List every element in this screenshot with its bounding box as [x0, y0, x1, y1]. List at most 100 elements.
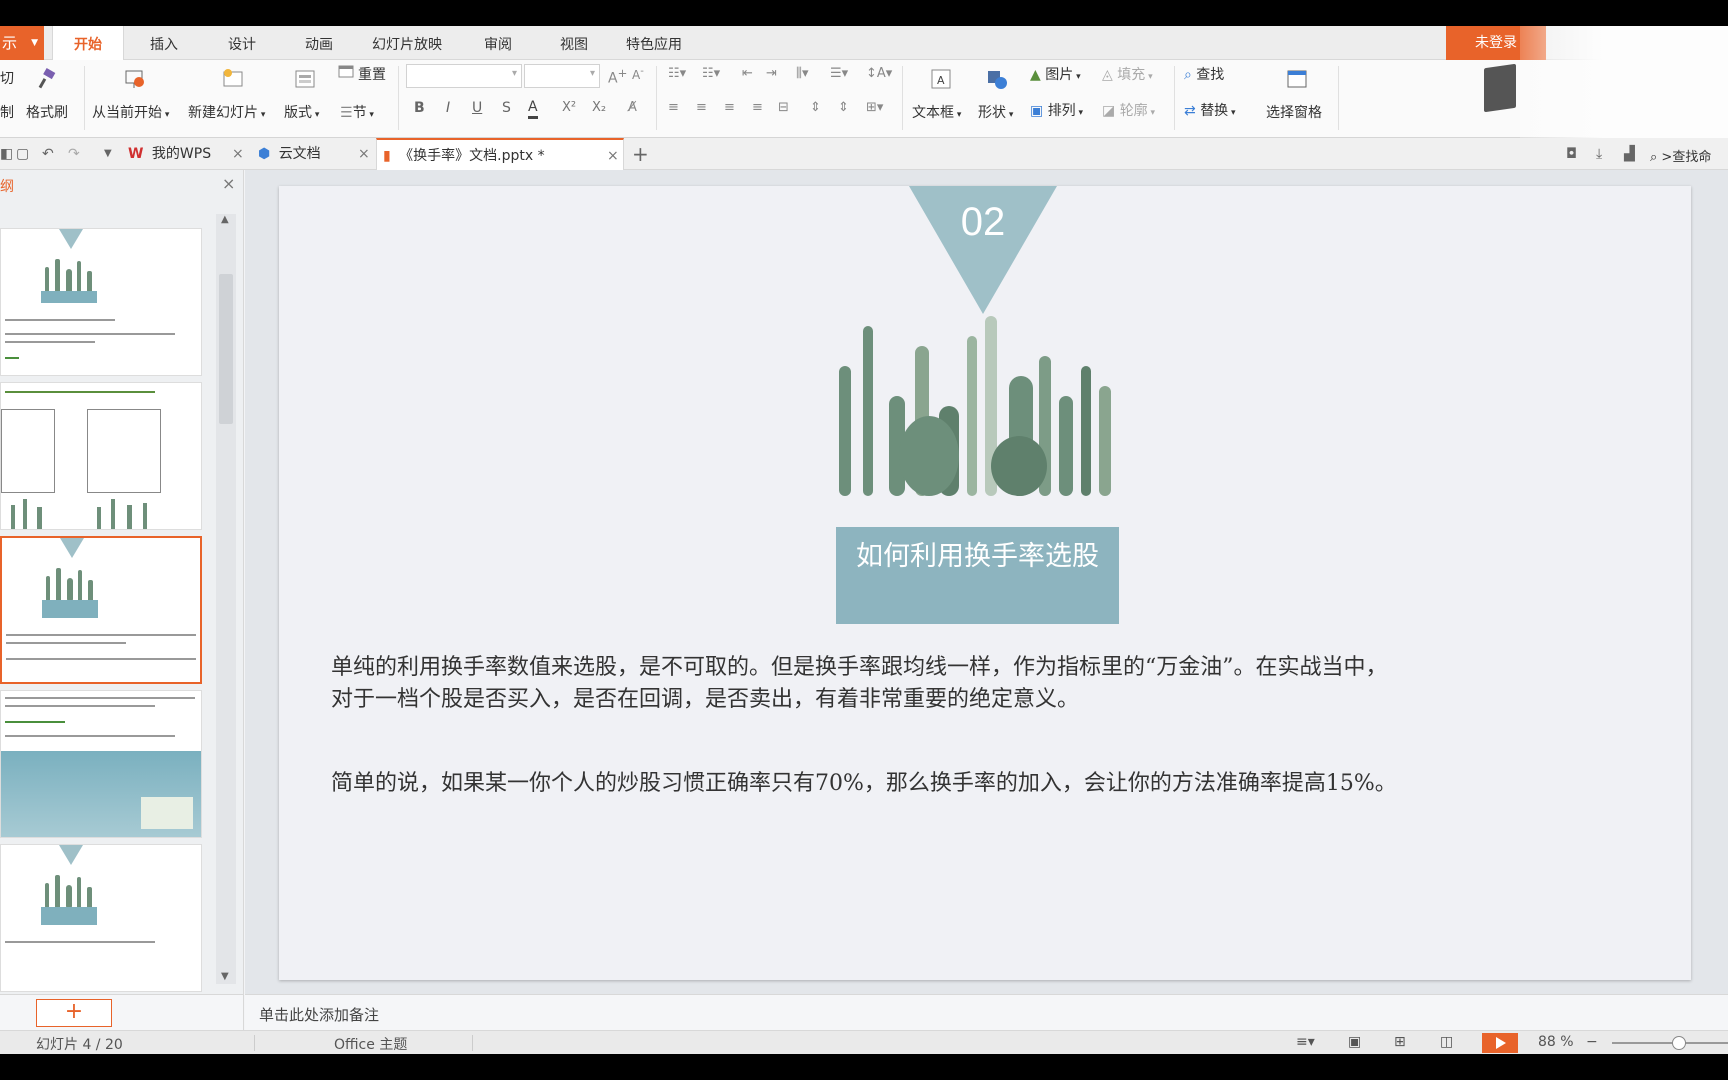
- align-left-icon[interactable]: ≡: [668, 100, 679, 115]
- font-size-select[interactable]: [524, 64, 600, 88]
- tab-animation[interactable]: 动画: [305, 26, 333, 60]
- underline-button[interactable]: U: [472, 100, 482, 116]
- spacing-after-icon[interactable]: ⇕: [838, 100, 849, 115]
- line-spacing-icon[interactable]: ☰▾: [830, 66, 848, 81]
- italic-button[interactable]: I: [446, 100, 450, 116]
- numbering-icon[interactable]: ☷▾: [702, 66, 720, 81]
- undo-icon[interactable]: ↶: [42, 146, 54, 162]
- bold-button[interactable]: B: [414, 100, 425, 116]
- grow-font-icon[interactable]: A+: [608, 66, 627, 87]
- body-paragraph-1[interactable]: 单纯的利用换手率数值来选股，是不可取的。但是换手率跟均线一样，作为指标里的“万金…: [331, 652, 1388, 716]
- slide-thumbnail[interactable]: [0, 690, 202, 838]
- selection-pane-button[interactable]: 选择窗格: [1266, 102, 1322, 122]
- subscript-button[interactable]: X₂: [592, 100, 606, 115]
- reading-view-icon[interactable]: ◫: [1440, 1034, 1453, 1050]
- layout-button[interactable]: 版式 ▾: [284, 102, 319, 122]
- superscript-button[interactable]: X²: [562, 100, 576, 115]
- reset-button[interactable]: 重置: [358, 64, 386, 84]
- justify-icon[interactable]: ≡: [752, 100, 763, 115]
- slide-sorter-icon[interactable]: ⊞: [1394, 1034, 1406, 1050]
- from-current-button[interactable]: 从当前开始 ▾: [92, 102, 169, 122]
- columns-icon[interactable]: ⫼▾: [796, 66, 809, 81]
- tab-my-wps[interactable]: W 我的WPS ×: [128, 138, 248, 170]
- tab-cloud-docs[interactable]: ⬢ 云文档 ×: [258, 138, 370, 170]
- cactus-illustration[interactable]: [819, 306, 1119, 496]
- close-icon[interactable]: ×: [222, 174, 235, 193]
- play-slideshow-button[interactable]: [1482, 1033, 1518, 1053]
- arrange-button[interactable]: ▣ 排列 ▾: [1030, 100, 1083, 120]
- font-color-button[interactable]: A: [528, 98, 538, 119]
- increase-indent-icon[interactable]: ⇥: [766, 66, 777, 81]
- clear-format-icon[interactable]: A̸: [628, 100, 637, 115]
- add-slide-button[interactable]: +: [36, 999, 112, 1027]
- zoom-out-icon[interactable]: −: [1586, 1034, 1598, 1050]
- align-text-icon[interactable]: ⊞▾: [866, 100, 883, 115]
- outline-button[interactable]: ◪ 轮廓 ▾: [1102, 100, 1155, 120]
- outline-tab[interactable]: 纲: [0, 176, 14, 196]
- replace-button[interactable]: ⇄ 替换 ▾: [1184, 100, 1236, 120]
- print-preview-icon[interactable]: ▢: [16, 146, 29, 162]
- layout-icon: [295, 70, 315, 88]
- tab-current-document[interactable]: ▮ 《换手率》文档.pptx * ×: [376, 138, 624, 170]
- spacing-before-icon[interactable]: ⇕: [810, 100, 821, 115]
- slide-thumbnail[interactable]: [0, 228, 202, 376]
- scroll-down-icon[interactable]: ▼: [221, 971, 229, 982]
- scroll-up-icon[interactable]: ▲: [221, 214, 229, 225]
- tab-slideshow[interactable]: 幻灯片放映: [372, 26, 442, 60]
- distribute-icon[interactable]: ⊟: [778, 100, 789, 115]
- tab-my-wps-label: 我的WPS: [151, 146, 212, 162]
- new-slide-button[interactable]: 新建幻灯片 ▾: [188, 102, 265, 122]
- slide-canvas[interactable]: 02 如何利用换手率选股 单纯的利用换手率数值来选股，是不可取的。但是换手率跟均…: [279, 186, 1691, 980]
- align-right-icon[interactable]: ≡: [724, 100, 735, 115]
- body-paragraph-2[interactable]: 简单的说，如果某一你个人的炒股习惯正确率只有70%，那么换手率的加入，会让你的方…: [331, 768, 1397, 800]
- close-icon[interactable]: ×: [607, 140, 619, 172]
- tab-insert[interactable]: 插入: [150, 26, 178, 60]
- notes-toggle-icon[interactable]: ≡▾: [1296, 1034, 1315, 1050]
- tab-design[interactable]: 设计: [228, 26, 256, 60]
- format-painter-button[interactable]: 格式刷: [26, 102, 68, 122]
- zoom-level[interactable]: 88 %: [1538, 1034, 1574, 1050]
- close-icon[interactable]: ×: [232, 138, 244, 170]
- save-icon[interactable]: ◧: [0, 146, 13, 162]
- skin-icon[interactable]: ▟: [1624, 146, 1635, 162]
- font-name-select[interactable]: [406, 64, 522, 88]
- normal-view-icon[interactable]: ▣: [1348, 1034, 1361, 1050]
- app-menu-button[interactable]: 示 ▼: [0, 26, 44, 60]
- strikethrough-button[interactable]: S: [502, 100, 511, 116]
- command-search[interactable]: ⌕ >查找命: [1650, 146, 1711, 165]
- shrink-font-icon[interactable]: A-: [632, 66, 644, 82]
- redo-icon[interactable]: ↷: [68, 146, 80, 162]
- tab-review[interactable]: 审阅: [484, 26, 512, 60]
- tab-start[interactable]: 开始: [52, 26, 124, 61]
- align-center-icon[interactable]: ≡: [696, 100, 707, 115]
- tab-view[interactable]: 视图: [560, 26, 588, 60]
- slide-thumbnail[interactable]: [0, 844, 202, 992]
- section-button[interactable]: ☰节 ▾: [340, 102, 374, 122]
- fill-button[interactable]: ◬ 填充 ▾: [1102, 64, 1153, 84]
- picture-button[interactable]: ▲ 图片 ▾: [1030, 64, 1081, 84]
- notes-placeholder[interactable]: 单击此处添加备注: [259, 1004, 379, 1025]
- slide-title-box[interactable]: 如何利用换手率选股: [836, 527, 1119, 624]
- shape-button[interactable]: 形状 ▾: [978, 102, 1013, 122]
- slide-thumbnail[interactable]: [0, 382, 202, 530]
- pin-icon[interactable]: ⤓: [1596, 146, 1602, 162]
- decrease-indent-icon[interactable]: ⇤: [742, 66, 753, 81]
- close-icon[interactable]: ×: [358, 138, 370, 170]
- thumbnail-scrollbar[interactable]: ▲ ▼: [216, 214, 236, 984]
- text-box-button[interactable]: 文本框 ▾: [912, 102, 961, 122]
- scroll-thumb[interactable]: [219, 274, 233, 424]
- copy-button[interactable]: 制: [0, 102, 14, 122]
- tab-special-apps[interactable]: 特色应用: [626, 26, 682, 60]
- notes-pane[interactable]: 单击此处添加备注: [245, 994, 1728, 1030]
- text-direction-icon[interactable]: ↕A▾: [866, 66, 892, 81]
- chevron-down-icon[interactable]: ▼: [104, 148, 112, 159]
- slide-section-number[interactable]: 02: [909, 200, 1057, 245]
- window-icon[interactable]: ◘: [1566, 146, 1577, 162]
- cut-button[interactable]: 切: [0, 68, 14, 88]
- new-tab-button[interactable]: +: [632, 142, 649, 166]
- bullets-icon[interactable]: ☷▾: [668, 66, 686, 81]
- slide-thumbnail-selected[interactable]: [0, 536, 202, 684]
- find-button[interactable]: ⌕ 查找: [1184, 64, 1224, 84]
- zoom-slider-handle[interactable]: [1672, 1036, 1686, 1050]
- zoom-slider[interactable]: [1612, 1042, 1728, 1044]
